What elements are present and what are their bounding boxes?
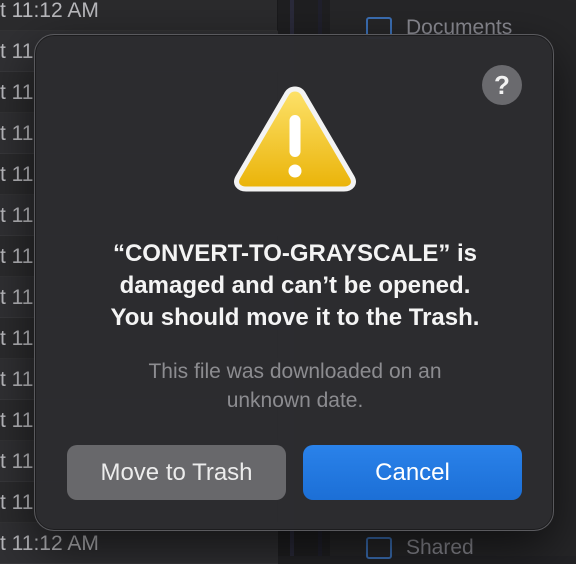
cancel-button[interactable]: Cancel <box>303 445 522 500</box>
alert-message: This file was downloaded on an unknown d… <box>75 357 515 415</box>
alert-message-line: This file was downloaded on an <box>148 360 442 383</box>
alert-title: “CONVERT-TO-GRAYSCALE” is damaged and ca… <box>55 238 535 334</box>
alert-dialog: ? “CONVERT-TO-GRAYSCALE” is damaged and … <box>34 34 554 531</box>
alert-title-line: “CONVERT-TO-GRAYSCALE” is <box>112 240 478 267</box>
move-to-trash-button[interactable]: Move to Trash <box>67 445 286 500</box>
question-mark-icon: ? <box>494 69 510 100</box>
sidebar-item-shared: Shared <box>366 536 474 560</box>
list-item: t 11:12 AM <box>0 0 278 31</box>
warning-icon <box>234 86 356 192</box>
alert-title-line: damaged and can’t be opened. <box>119 272 471 299</box>
alert-message-line: unknown date. <box>226 389 364 412</box>
help-button[interactable]: ? <box>482 65 522 105</box>
sidebar-item-label: Shared <box>406 536 474 559</box>
alert-title-line: You should move it to the Trash. <box>110 304 480 331</box>
